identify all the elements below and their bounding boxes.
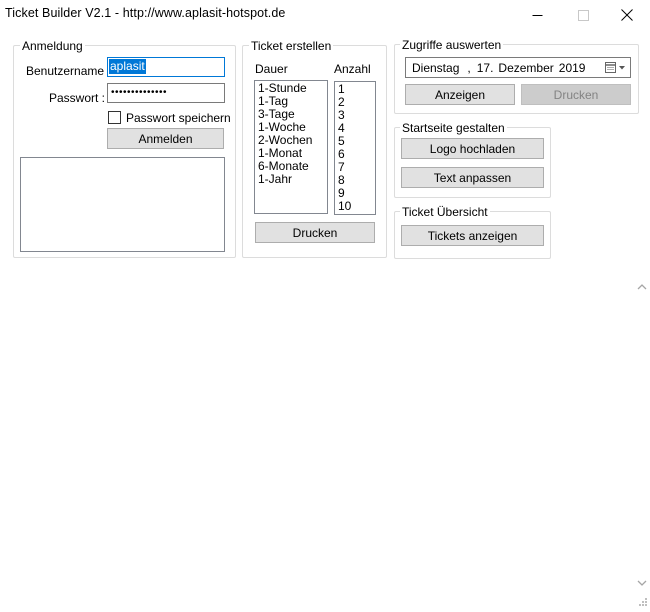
edit-text-button[interactable]: Text anpassen: [401, 167, 544, 188]
resize-grip[interactable]: [633, 595, 650, 609]
chevron-down-icon: [637, 576, 647, 590]
count-list[interactable]: 1 2 3 4 5 6 7 8 9 10: [334, 81, 376, 215]
duration-label: Dauer: [255, 62, 288, 76]
duration-list[interactable]: 1-Stunde 1-Tag 3-Tage 1-Woche 2-Wochen 1…: [254, 80, 328, 214]
date-year[interactable]: 2019: [559, 61, 586, 75]
remember-password-label[interactable]: Passwort speichern: [126, 111, 231, 125]
calendar-dropdown-icon[interactable]: [604, 61, 628, 78]
homepage-legend: Startseite gestalten: [400, 121, 507, 135]
username-value: aplasit: [109, 59, 146, 74]
maximize-icon: [577, 9, 589, 21]
vertical-scrollbar[interactable]: [633, 265, 650, 609]
maximize-button: [560, 0, 606, 30]
date-month[interactable]: Dezember: [498, 61, 553, 75]
minimize-button[interactable]: [514, 0, 560, 30]
access-legend: Zugriffe auswerten: [400, 38, 504, 52]
login-log-box[interactable]: [20, 157, 225, 252]
date-separator: ,: [467, 60, 471, 75]
title-bar: Ticket Builder V2.1 - http://www.aplasit…: [0, 0, 650, 30]
chevron-up-icon: [637, 279, 647, 293]
password-input[interactable]: ••••••••••••••: [107, 83, 225, 103]
date-weekday[interactable]: Dienstag: [412, 61, 459, 75]
list-item[interactable]: 1-Jahr: [258, 173, 324, 186]
access-print-button: Drucken: [521, 84, 631, 105]
count-label: Anzahl: [334, 62, 371, 76]
date-picker[interactable]: Dienstag , 17. Dezember 2019: [405, 57, 631, 78]
overview-legend: Ticket Übersicht: [400, 205, 490, 219]
scroll-up-button[interactable]: [633, 277, 650, 294]
upload-logo-button[interactable]: Logo hochladen: [401, 138, 544, 159]
show-tickets-button[interactable]: Tickets anzeigen: [401, 225, 544, 246]
remember-password-checkbox[interactable]: [108, 111, 121, 124]
close-button[interactable]: [604, 0, 650, 30]
close-icon: [621, 9, 633, 21]
password-label: Passwort :: [49, 91, 106, 105]
window-title: Ticket Builder V2.1 - http://www.aplasit…: [5, 6, 286, 20]
password-value: ••••••••••••••: [111, 87, 168, 98]
login-button[interactable]: Anmelden: [107, 128, 224, 149]
login-legend: Anmeldung: [20, 39, 85, 53]
scroll-down-button[interactable]: [633, 574, 650, 591]
username-input[interactable]: aplasit: [107, 57, 225, 77]
date-day[interactable]: 17.: [477, 61, 494, 75]
ticket-legend: Ticket erstellen: [249, 39, 334, 53]
list-item[interactable]: 10: [338, 200, 372, 213]
minimize-icon: [532, 10, 543, 21]
resize-grip-icon: [633, 598, 650, 612]
username-label: Benutzername :: [26, 64, 111, 78]
ticket-print-button[interactable]: Drucken: [255, 222, 375, 243]
access-show-button[interactable]: Anzeigen: [405, 84, 515, 105]
